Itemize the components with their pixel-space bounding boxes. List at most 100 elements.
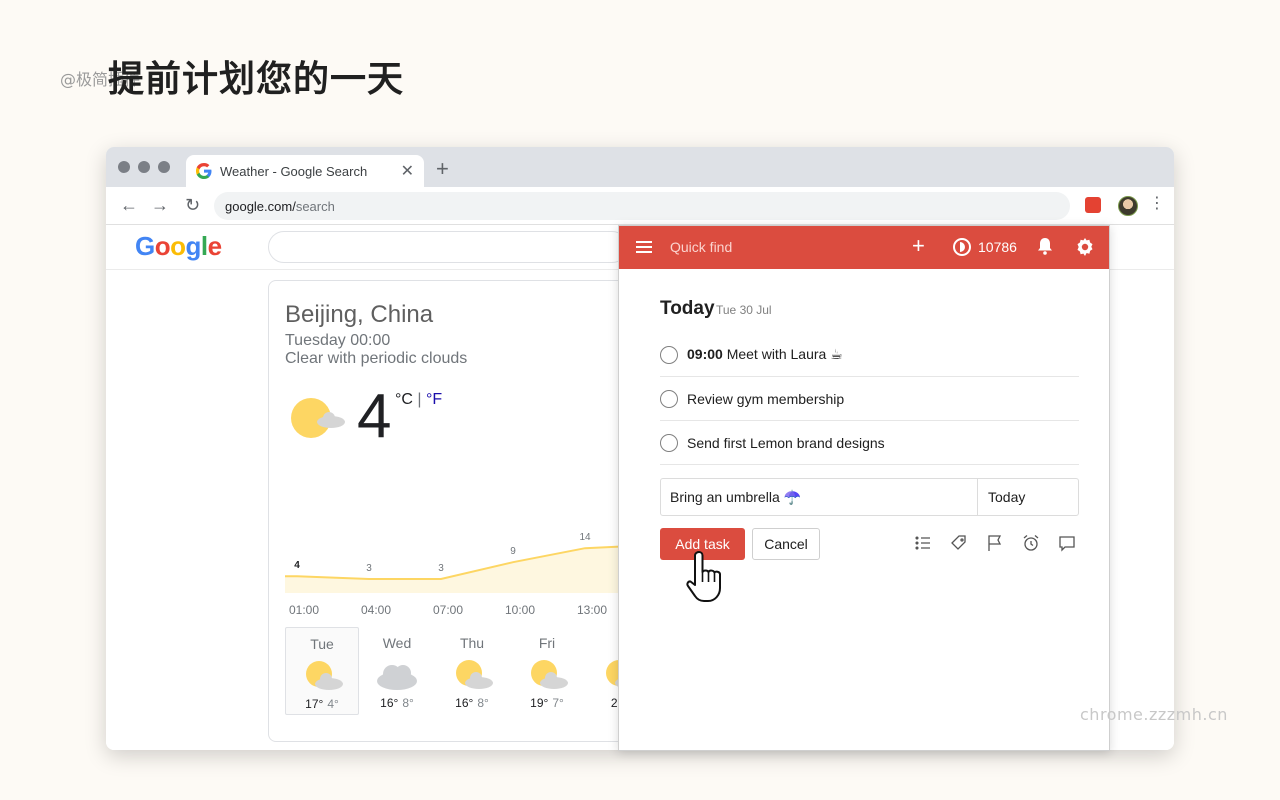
forecast-day[interactable]: Thu 16° 8°: [435, 627, 509, 715]
temperature-point-label: 9: [510, 546, 516, 557]
google-search-input[interactable]: [268, 231, 628, 263]
fahrenheit-unit[interactable]: °F: [426, 391, 442, 408]
hour-label: 01:00: [289, 603, 320, 617]
google-logo-letter: o: [170, 231, 186, 261]
profile-avatar[interactable]: [1118, 196, 1138, 216]
window-minimize-dot[interactable]: [138, 161, 150, 173]
hand-pointer-cursor-icon: [686, 551, 721, 602]
forward-arrow-icon[interactable]: →: [151, 195, 169, 216]
cloudy-icon: [372, 657, 422, 693]
low-temp: 8°: [477, 696, 489, 710]
todoist-header: Quick find + 10786: [619, 226, 1109, 269]
forecast-day[interactable]: Tue 17° 4°: [285, 627, 359, 715]
temperature-point-label: 3: [366, 563, 372, 574]
hour-label: 10:00: [505, 603, 536, 617]
menu-icon[interactable]: [636, 241, 652, 253]
google-logo-letter: G: [135, 231, 155, 261]
task-text: Send first Lemon brand designs: [687, 434, 885, 451]
high-temp: 16°: [455, 696, 474, 710]
gear-icon[interactable]: [1075, 237, 1095, 257]
add-task-plus-icon[interactable]: +: [912, 233, 925, 259]
reminder-alarm-icon[interactable]: [1021, 533, 1041, 553]
partly-sunny-icon: [297, 658, 347, 694]
partly-sunny-icon: [291, 398, 345, 438]
reload-icon[interactable]: ↻: [185, 195, 200, 216]
task-text: Meet with Laura ☕: [722, 346, 843, 362]
tab-title: Weather - Google Search: [220, 163, 368, 179]
comment-icon[interactable]: [1057, 533, 1077, 553]
low-temp: 4°: [327, 697, 339, 711]
address-bar[interactable]: google.com/search: [214, 192, 1070, 220]
partly-sunny-icon: [447, 657, 497, 693]
high-temp: 19°: [530, 696, 549, 710]
temperature-point-label: 4: [294, 560, 300, 571]
low-temp: 7°: [552, 696, 564, 710]
temperature-units: °C | °F: [395, 391, 442, 409]
hour-label: 07:00: [433, 603, 464, 617]
task-item[interactable]: Send first Lemon brand designs: [660, 421, 1079, 465]
due-date-field[interactable]: Today: [977, 479, 1078, 515]
google-logo-letter: o: [154, 231, 171, 261]
forecast-day[interactable]: Wed 16° 8°: [360, 627, 434, 715]
quick-find-input[interactable]: Quick find: [670, 239, 732, 255]
google-favicon-icon: [196, 163, 212, 179]
unit-separator: |: [412, 391, 426, 408]
url-path: search: [295, 198, 335, 214]
google-logo-letter: e: [207, 231, 222, 261]
view-date: Tue 30 Jul: [716, 303, 772, 317]
high-temp: 17°: [305, 697, 324, 711]
hour-label: 13:00: [577, 603, 608, 617]
view-title: Today: [660, 298, 715, 319]
window-close-dot[interactable]: [118, 161, 130, 173]
bell-icon[interactable]: [1037, 237, 1053, 255]
window-maximize-dot[interactable]: [158, 161, 170, 173]
new-task-editor: Bring an umbrella ☂️ Today: [660, 478, 1079, 516]
url-host: google.com/: [225, 198, 296, 214]
todoist-extension-icon[interactable]: [1085, 197, 1101, 213]
google-logo-letter: g: [185, 231, 202, 261]
forecast-day[interactable]: Fri 19° 7°: [510, 627, 584, 715]
google-logo[interactable]: Google: [135, 231, 222, 262]
daily-forecast: Tue17°4°Wed16°8°Thu16°8°Fri19°7°S21°: [285, 627, 627, 717]
hourly-temperature-chart: 4 3 3 9 14: [285, 532, 627, 593]
project-list-icon[interactable]: [913, 533, 933, 553]
karma-icon[interactable]: [953, 238, 971, 256]
task-item[interactable]: Review gym membership: [660, 377, 1079, 421]
day-name: Fri: [538, 635, 556, 651]
task-item[interactable]: 09:00 Meet with Laura ☕: [660, 333, 1079, 377]
task-time: 09:00: [687, 346, 723, 362]
new-task-input[interactable]: Bring an umbrella ☂️: [661, 479, 977, 515]
celsius-unit[interactable]: °C: [395, 391, 413, 408]
todoist-popup: Quick find + 10786 Today Tue 30 Jul 09:0…: [618, 225, 1110, 751]
google-logo-letter: l: [200, 231, 208, 261]
new-tab-button[interactable]: +: [436, 156, 449, 182]
day-name: Thu: [459, 635, 485, 651]
browser-toolbar: ← → ↻ google.com/search ⋮: [106, 187, 1174, 225]
tab-bar: Weather - Google Search ✕ +: [106, 147, 1174, 187]
task-checkbox[interactable]: [660, 389, 678, 408]
day-name: Tue: [310, 636, 334, 652]
task-checkbox[interactable]: [660, 345, 678, 364]
hourly-labels: 01:00 04:00 07:00 10:00 13:00: [285, 603, 627, 617]
karma-score[interactable]: 10786: [978, 239, 1017, 255]
task-content: 09:00 Meet with Laura ☕: [687, 346, 843, 363]
tab-close-icon[interactable]: ✕: [401, 161, 414, 181]
label-tag-icon[interactable]: [949, 533, 969, 553]
day-name: Wed: [382, 635, 412, 651]
partly-sunny-icon: [522, 657, 572, 693]
task-checkbox[interactable]: [660, 433, 678, 452]
weather-location: Beijing, China: [285, 301, 434, 328]
cancel-button[interactable]: Cancel: [752, 528, 820, 560]
priority-flag-icon[interactable]: [985, 533, 1005, 553]
task-text: Review gym membership: [687, 390, 845, 407]
current-temperature: 4: [357, 382, 392, 451]
hour-label: 04:00: [361, 603, 392, 617]
page-title: 提前计划您的一天: [108, 59, 405, 100]
low-temp: 8°: [402, 696, 414, 710]
browser-menu-icon[interactable]: ⋮: [1149, 195, 1165, 213]
back-arrow-icon[interactable]: ←: [120, 195, 138, 216]
weather-card: Beijing, China Tuesday 00:00 Clear with …: [268, 280, 628, 742]
browser-tab[interactable]: Weather - Google Search ✕: [186, 155, 424, 187]
weather-time: Tuesday 00:00: [285, 332, 391, 349]
high-temp: 16°: [380, 696, 399, 710]
